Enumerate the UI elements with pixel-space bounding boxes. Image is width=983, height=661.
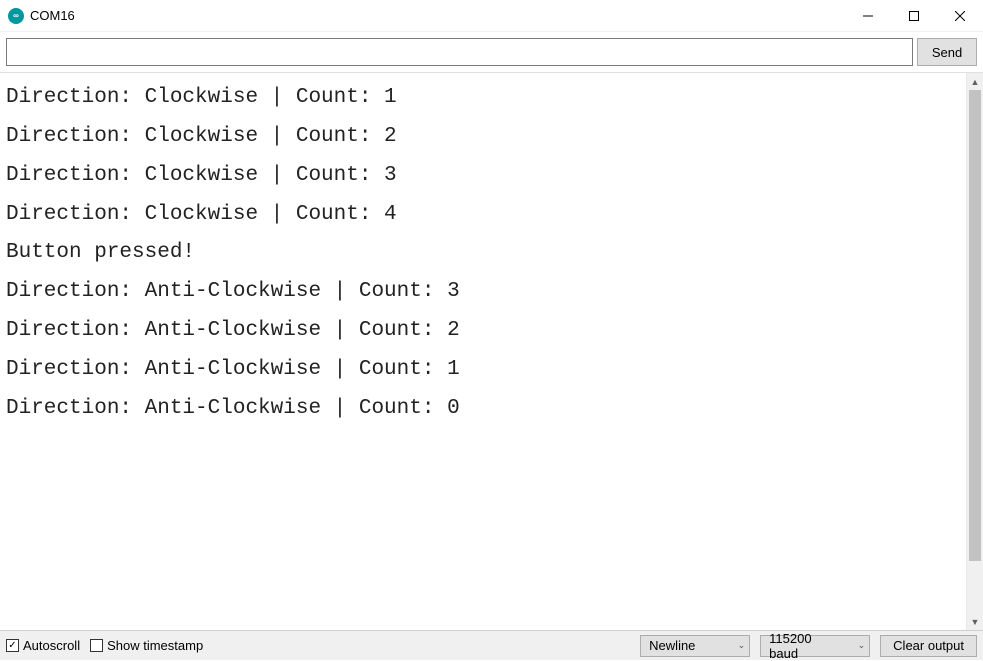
titlebar: ∞ COM16 — [0, 0, 983, 32]
chevron-down-icon: ⌄ — [738, 640, 746, 651]
minimize-icon — [863, 11, 873, 21]
line-ending-select[interactable]: Newline ⌄ — [640, 635, 750, 657]
maximize-icon — [909, 11, 919, 21]
scroll-up-arrow-icon[interactable]: ▲ — [967, 73, 983, 90]
command-input[interactable] — [6, 38, 913, 66]
show-timestamp-label: Show timestamp — [107, 638, 203, 653]
show-timestamp-checkbox[interactable] — [90, 639, 103, 652]
close-button[interactable] — [937, 0, 983, 31]
autoscroll-checkbox[interactable]: ✓ — [6, 639, 19, 652]
close-icon — [955, 11, 965, 21]
scroll-thumb[interactable] — [969, 90, 981, 561]
window-controls — [845, 0, 983, 31]
scroll-track[interactable] — [967, 90, 983, 613]
input-row: Send — [0, 32, 983, 72]
show-timestamp-checkbox-wrap[interactable]: Show timestamp — [90, 638, 203, 653]
serial-output[interactable]: Direction: Clockwise | Count: 1 Directio… — [0, 73, 966, 630]
bottom-bar: ✓ Autoscroll Show timestamp Newline ⌄ 11… — [0, 630, 983, 660]
minimize-button[interactable] — [845, 0, 891, 31]
line-ending-value: Newline — [649, 638, 695, 653]
scroll-down-arrow-icon[interactable]: ▼ — [967, 613, 983, 630]
clear-output-button[interactable]: Clear output — [880, 635, 977, 657]
autoscroll-label: Autoscroll — [23, 638, 80, 653]
autoscroll-checkbox-wrap[interactable]: ✓ Autoscroll — [6, 638, 80, 653]
baud-rate-select[interactable]: 115200 baud ⌄ — [760, 635, 870, 657]
window-title: COM16 — [30, 8, 75, 23]
chevron-down-icon: ⌄ — [858, 640, 866, 651]
send-button[interactable]: Send — [917, 38, 977, 66]
maximize-button[interactable] — [891, 0, 937, 31]
arduino-icon: ∞ — [8, 8, 24, 24]
console-wrap: Direction: Clockwise | Count: 1 Directio… — [0, 72, 983, 630]
baud-rate-value: 115200 baud — [769, 631, 841, 661]
vertical-scrollbar[interactable]: ▲ ▼ — [966, 73, 983, 630]
